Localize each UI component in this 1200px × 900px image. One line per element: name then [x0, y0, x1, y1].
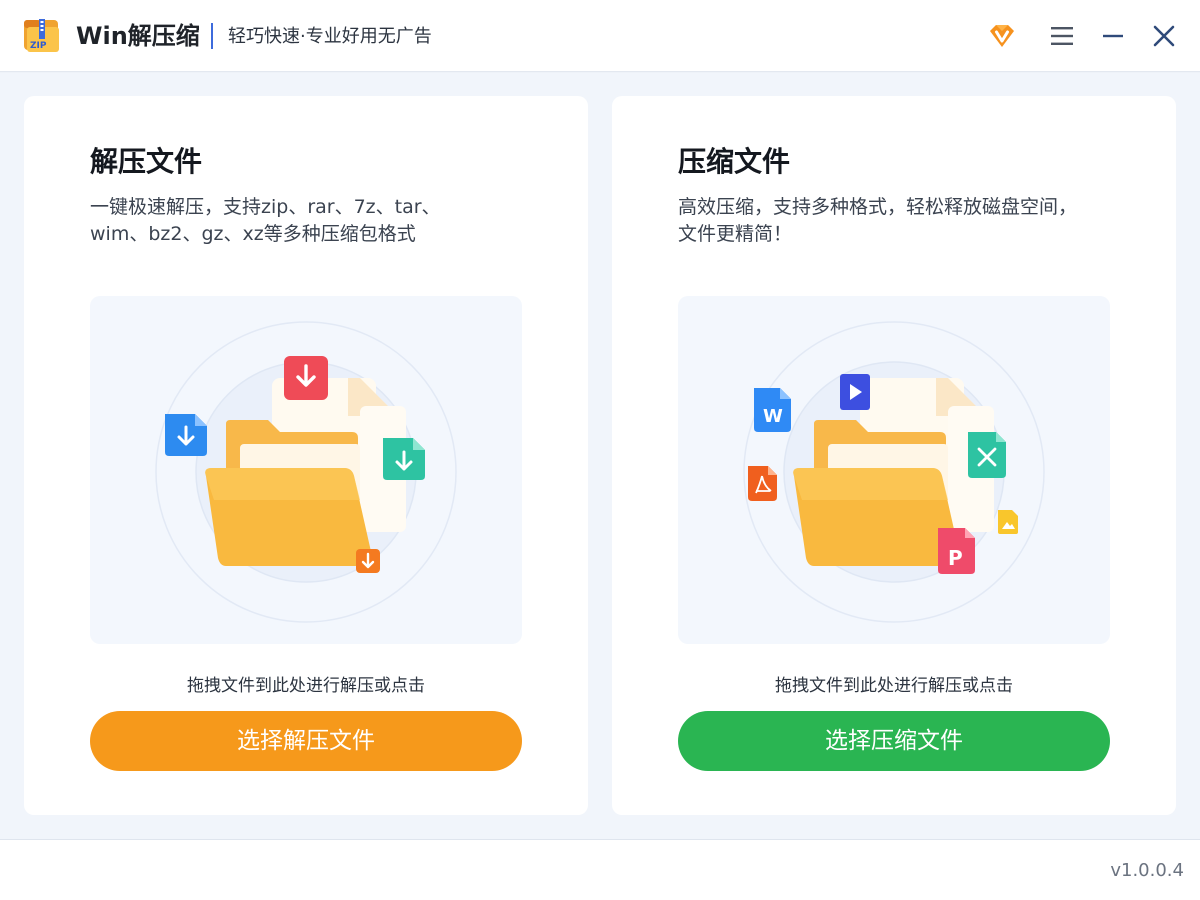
vip-diamond-icon[interactable] — [986, 20, 1018, 52]
extract-description: 一键极速解压，支持zip、rar、7z、tar、wim、bz2、gz、xz等多种… — [90, 196, 441, 245]
extract-drop-zone[interactable] — [90, 296, 522, 644]
logo-text: ZIP — [30, 41, 47, 51]
zip-archive-icon: ZIP — [22, 17, 62, 55]
compress-card[interactable]: 压缩文件 高效压缩，支持多种格式，轻松释放磁盘空间，文件更精简！ W P 拖拽文… — [612, 96, 1176, 815]
extract-hint: 拖拽文件到此处进行解压或点击 — [187, 676, 425, 696]
extract-title: 解压文件 — [90, 145, 203, 178]
select-extract-file-button[interactable]: 选择解压文件 — [90, 711, 522, 771]
ppt-file-badge: P — [948, 546, 963, 570]
title-divider — [211, 23, 213, 49]
compress-hint: 拖拽文件到此处进行解压或点击 — [775, 676, 1013, 696]
app-slogan: 轻巧快速·专业好用无广告 — [228, 26, 432, 47]
app-name: Win解压缩 — [76, 22, 200, 50]
menu-icon[interactable] — [1046, 20, 1078, 52]
close-icon[interactable] — [1148, 20, 1180, 52]
minimize-icon[interactable] — [1097, 20, 1129, 52]
compress-description: 高效压缩，支持多种格式，轻松释放磁盘空间，文件更精简！ — [678, 196, 1078, 245]
compress-drop-zone[interactable]: W P — [678, 296, 1110, 644]
folder-extract-icon — [155, 321, 457, 623]
version-label: v1.0.0.4 — [1110, 860, 1184, 881]
word-file-badge: W — [763, 406, 783, 427]
main-area: 解压文件 一键极速解压，支持zip、rar、7z、tar、wim、bz2、gz、… — [0, 73, 1200, 839]
select-compress-file-button[interactable]: 选择压缩文件 — [678, 711, 1110, 771]
footer: v1.0.0.4 — [0, 839, 1200, 900]
extract-card[interactable]: 解压文件 一键极速解压，支持zip、rar、7z、tar、wim、bz2、gz、… — [24, 96, 588, 815]
folder-compress-icon: W P — [743, 321, 1045, 623]
title-bar: ZIP Win解压缩 轻巧快速·专业好用无广告 — [0, 0, 1200, 72]
compress-title: 压缩文件 — [678, 145, 791, 178]
